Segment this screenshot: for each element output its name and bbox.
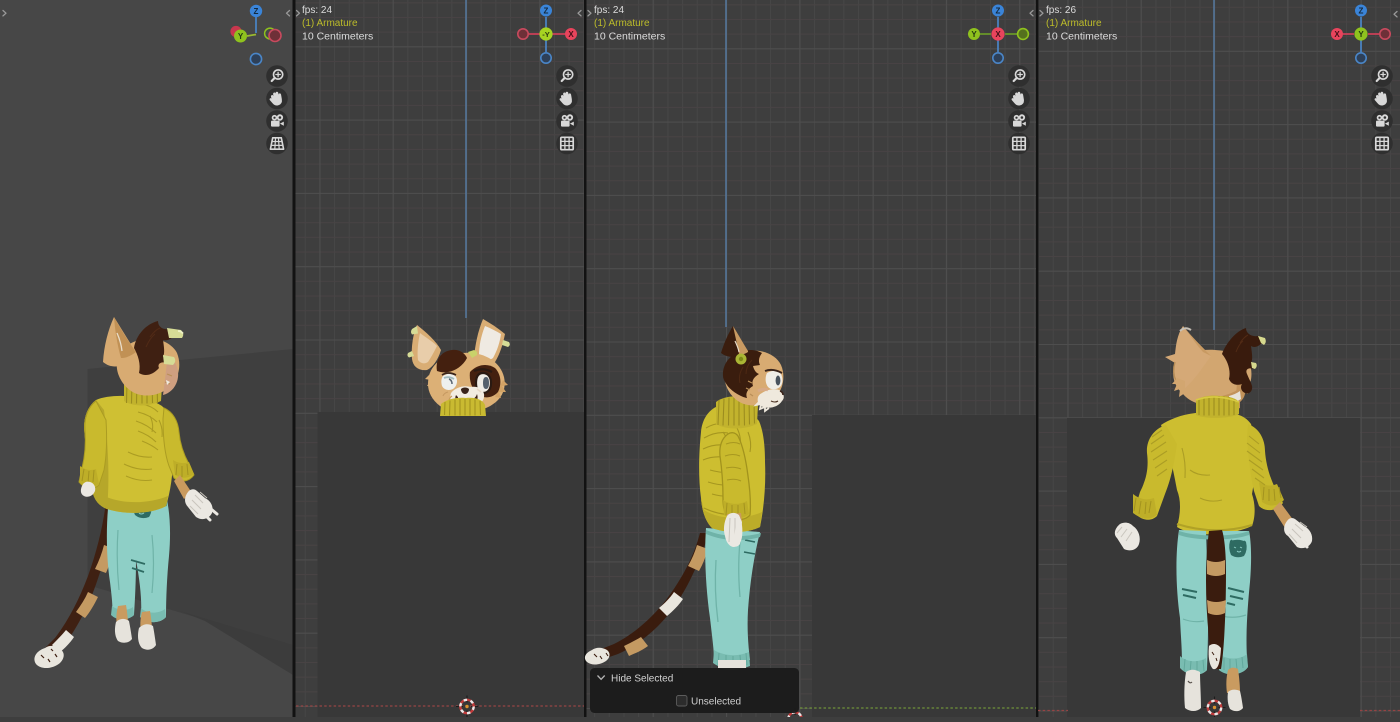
svg-text:(1) Armature: (1) Armature [302, 18, 358, 29]
svg-text:fps: 26: fps: 26 [1046, 5, 1076, 16]
svg-text:fps: 24: fps: 24 [302, 5, 332, 16]
svg-text:Z: Z [254, 7, 259, 16]
svg-text:(1) Armature: (1) Armature [1046, 18, 1102, 29]
svg-text:X: X [568, 30, 574, 39]
svg-text:10 Centimeters: 10 Centimeters [594, 31, 665, 43]
svg-text:X: X [1334, 30, 1340, 39]
svg-text:Hide Selected: Hide Selected [611, 674, 673, 685]
svg-text:fps: 24: fps: 24 [594, 5, 624, 16]
svg-text:10 Centimeters: 10 Centimeters [1046, 31, 1117, 43]
svg-text:10 Centimeters: 10 Centimeters [302, 31, 373, 43]
svg-text:Y: Y [1358, 30, 1364, 39]
svg-text:Z: Z [1359, 7, 1364, 16]
svg-text:Y: Y [971, 30, 977, 39]
svg-text:X: X [995, 30, 1001, 39]
svg-text:Unselected: Unselected [691, 697, 741, 708]
svg-text:-Y: -Y [542, 30, 550, 39]
svg-text:Y: Y [238, 32, 244, 41]
svg-text:(1) Armature: (1) Armature [594, 18, 650, 29]
svg-text:Z: Z [996, 7, 1001, 16]
svg-text:Z: Z [544, 7, 549, 16]
